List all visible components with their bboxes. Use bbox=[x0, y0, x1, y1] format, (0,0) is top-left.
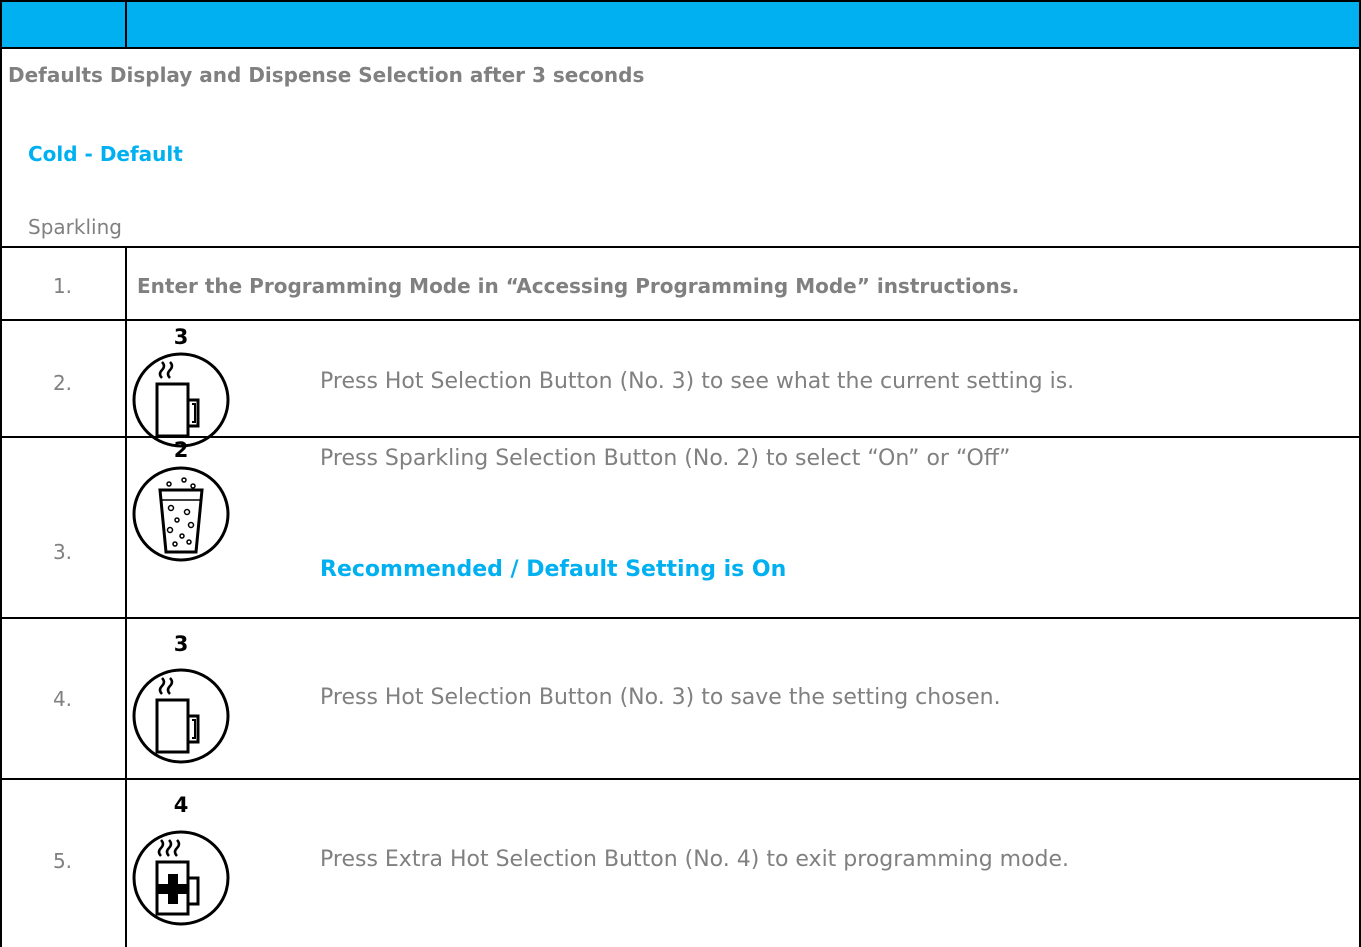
sparkling-option: Sparkling bbox=[28, 215, 122, 239]
step-text: Press Extra Hot Selection Button (No. 4)… bbox=[320, 847, 1070, 872]
border-gap bbox=[127, 321, 231, 324]
row-divider bbox=[0, 617, 1361, 619]
button-number-badge: 2 bbox=[173, 438, 189, 462]
step-number: 3. bbox=[52, 540, 73, 564]
step-number: 2. bbox=[52, 371, 73, 395]
intro-section: Defaults Display and Dispense Selection … bbox=[0, 49, 1361, 246]
step-text: Press Sparkling Selection Button (No. 2)… bbox=[320, 446, 1011, 471]
step-number: 1. bbox=[52, 274, 73, 298]
hot-mug-icon bbox=[129, 664, 233, 764]
table-left-edge bbox=[0, 246, 2, 947]
intro-title: Defaults Display and Dispense Selection … bbox=[8, 63, 645, 87]
default-option: Cold - Default bbox=[28, 142, 183, 166]
step-text: Press Hot Selection Button (No. 3) to se… bbox=[320, 369, 1075, 394]
recommended-setting: Recommended / Default Setting is On bbox=[320, 557, 787, 582]
step-text: Enter the Programming Mode in “Accessing… bbox=[137, 274, 1020, 298]
row-divider bbox=[0, 246, 1361, 248]
header-divider bbox=[125, 0, 127, 49]
sparkling-glass-icon bbox=[129, 462, 233, 562]
button-number-badge: 3 bbox=[173, 325, 189, 349]
row-divider bbox=[0, 778, 1361, 780]
table-header bbox=[0, 0, 1361, 49]
hot-mug-icon bbox=[129, 348, 233, 448]
extra-hot-mug-icon bbox=[129, 826, 233, 926]
instruction-table: Defaults Display and Dispense Selection … bbox=[0, 0, 1361, 947]
column-divider bbox=[125, 246, 127, 947]
step-number: 4. bbox=[52, 687, 73, 711]
button-number-badge: 3 bbox=[173, 632, 189, 656]
step-number: 5. bbox=[52, 849, 73, 873]
step-text: Press Hot Selection Button (No. 3) to sa… bbox=[320, 685, 1001, 710]
button-number-badge: 4 bbox=[173, 793, 189, 817]
